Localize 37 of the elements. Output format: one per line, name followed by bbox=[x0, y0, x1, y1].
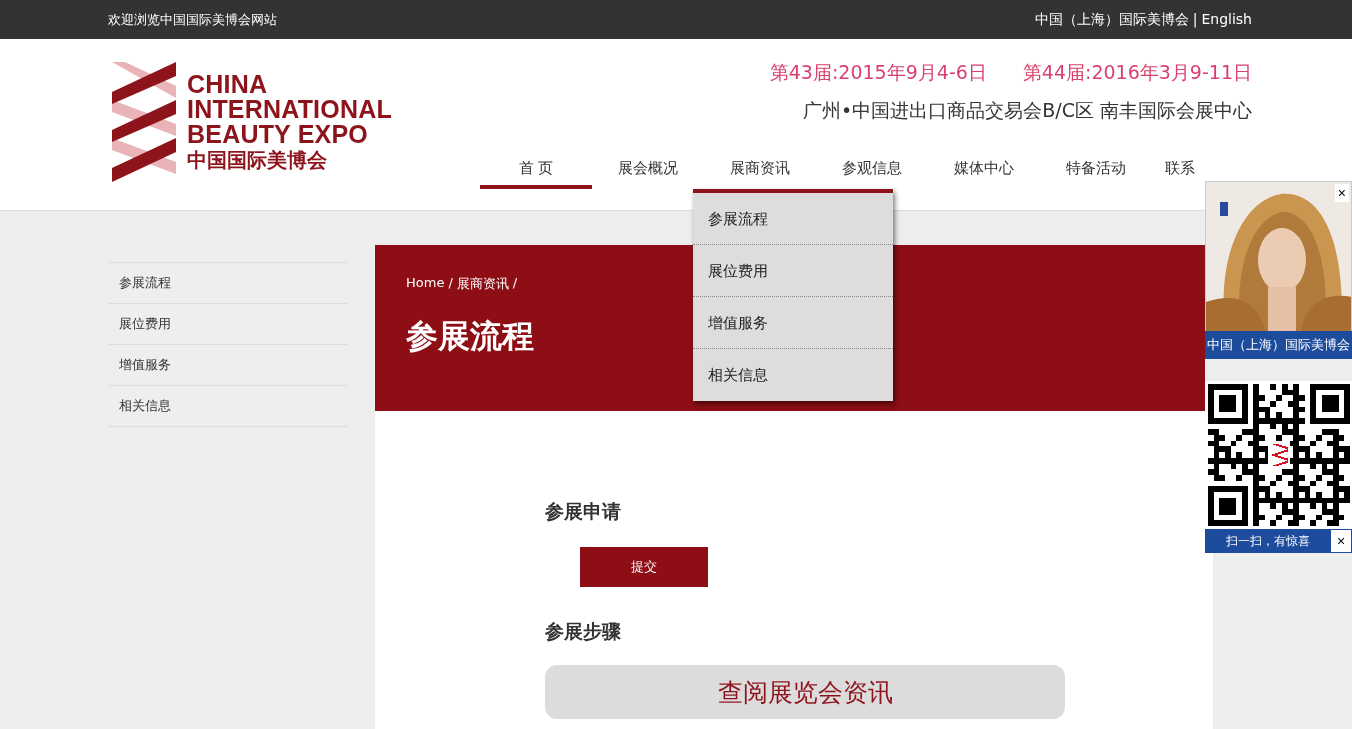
nav-tab[interactable]: 展会概况 bbox=[592, 156, 704, 189]
section-heading: 参展步骤 bbox=[545, 619, 621, 644]
qr-caption: 扫一扫，有惊喜 bbox=[1224, 533, 1311, 550]
logo-text: INTERNATIONAL bbox=[187, 97, 392, 122]
info-link-button[interactable]: 查阅展览会资讯 bbox=[545, 665, 1065, 719]
nav-tab[interactable]: 参观信息 bbox=[816, 156, 928, 189]
top-link[interactable]: 中国（上海）国际美博会 bbox=[1034, 10, 1189, 29]
top-link[interactable]: English bbox=[1201, 10, 1252, 29]
breadcrumb-link[interactable]: Home bbox=[406, 275, 445, 293]
date-text: 第43届:2015年9月4-6日 bbox=[769, 60, 987, 85]
section-heading: 参展申请 bbox=[545, 499, 621, 524]
sidebar-item[interactable]: 参展流程 bbox=[108, 263, 348, 304]
logo-text: 中国国际美博会 bbox=[187, 148, 328, 173]
nav-tab[interactable]: 联系 bbox=[1152, 156, 1195, 189]
dropdown-item[interactable]: 参展流程 bbox=[693, 193, 893, 245]
nav-tab[interactable]: 首 页 bbox=[480, 156, 592, 189]
logo-text: BEAUTY EXPO bbox=[187, 122, 369, 147]
sidebar-item[interactable]: 展位费用 bbox=[108, 304, 348, 345]
breadcrumb-separator: / bbox=[448, 275, 453, 292]
dropdown-item[interactable]: 相关信息 bbox=[693, 349, 893, 401]
nav-tab[interactable]: 展商资讯 bbox=[704, 156, 816, 189]
separator: | bbox=[1192, 10, 1198, 29]
date-text: 第44届:2016年3月9-11日 bbox=[1022, 60, 1252, 85]
close-button[interactable]: × bbox=[1330, 529, 1352, 553]
qr-code-icon bbox=[1208, 384, 1350, 526]
logo-text: CHINA bbox=[187, 72, 269, 97]
submit-button[interactable]: 提交 bbox=[580, 547, 708, 587]
sidebar-item[interactable]: 增值服务 bbox=[108, 345, 348, 386]
ad-caption: 中国（上海）国际美博会 bbox=[1205, 331, 1352, 359]
page-title: 参展流程 bbox=[406, 316, 534, 357]
nav-tab[interactable]: 媒体中心 bbox=[928, 156, 1040, 189]
nav-tab[interactable]: 特备活动 bbox=[1040, 156, 1152, 189]
welcome-text: 欢迎浏览中国国际美博会网站 bbox=[108, 10, 277, 29]
sidebar-item[interactable]: 相关信息 bbox=[108, 386, 348, 427]
venue-text: 广州•中国进出口商品交易会B/C区 南丰国际会展中心 bbox=[803, 98, 1252, 123]
breadcrumb-separator: / bbox=[512, 275, 518, 292]
breadcrumb-link[interactable]: 展商资讯 bbox=[456, 275, 509, 293]
